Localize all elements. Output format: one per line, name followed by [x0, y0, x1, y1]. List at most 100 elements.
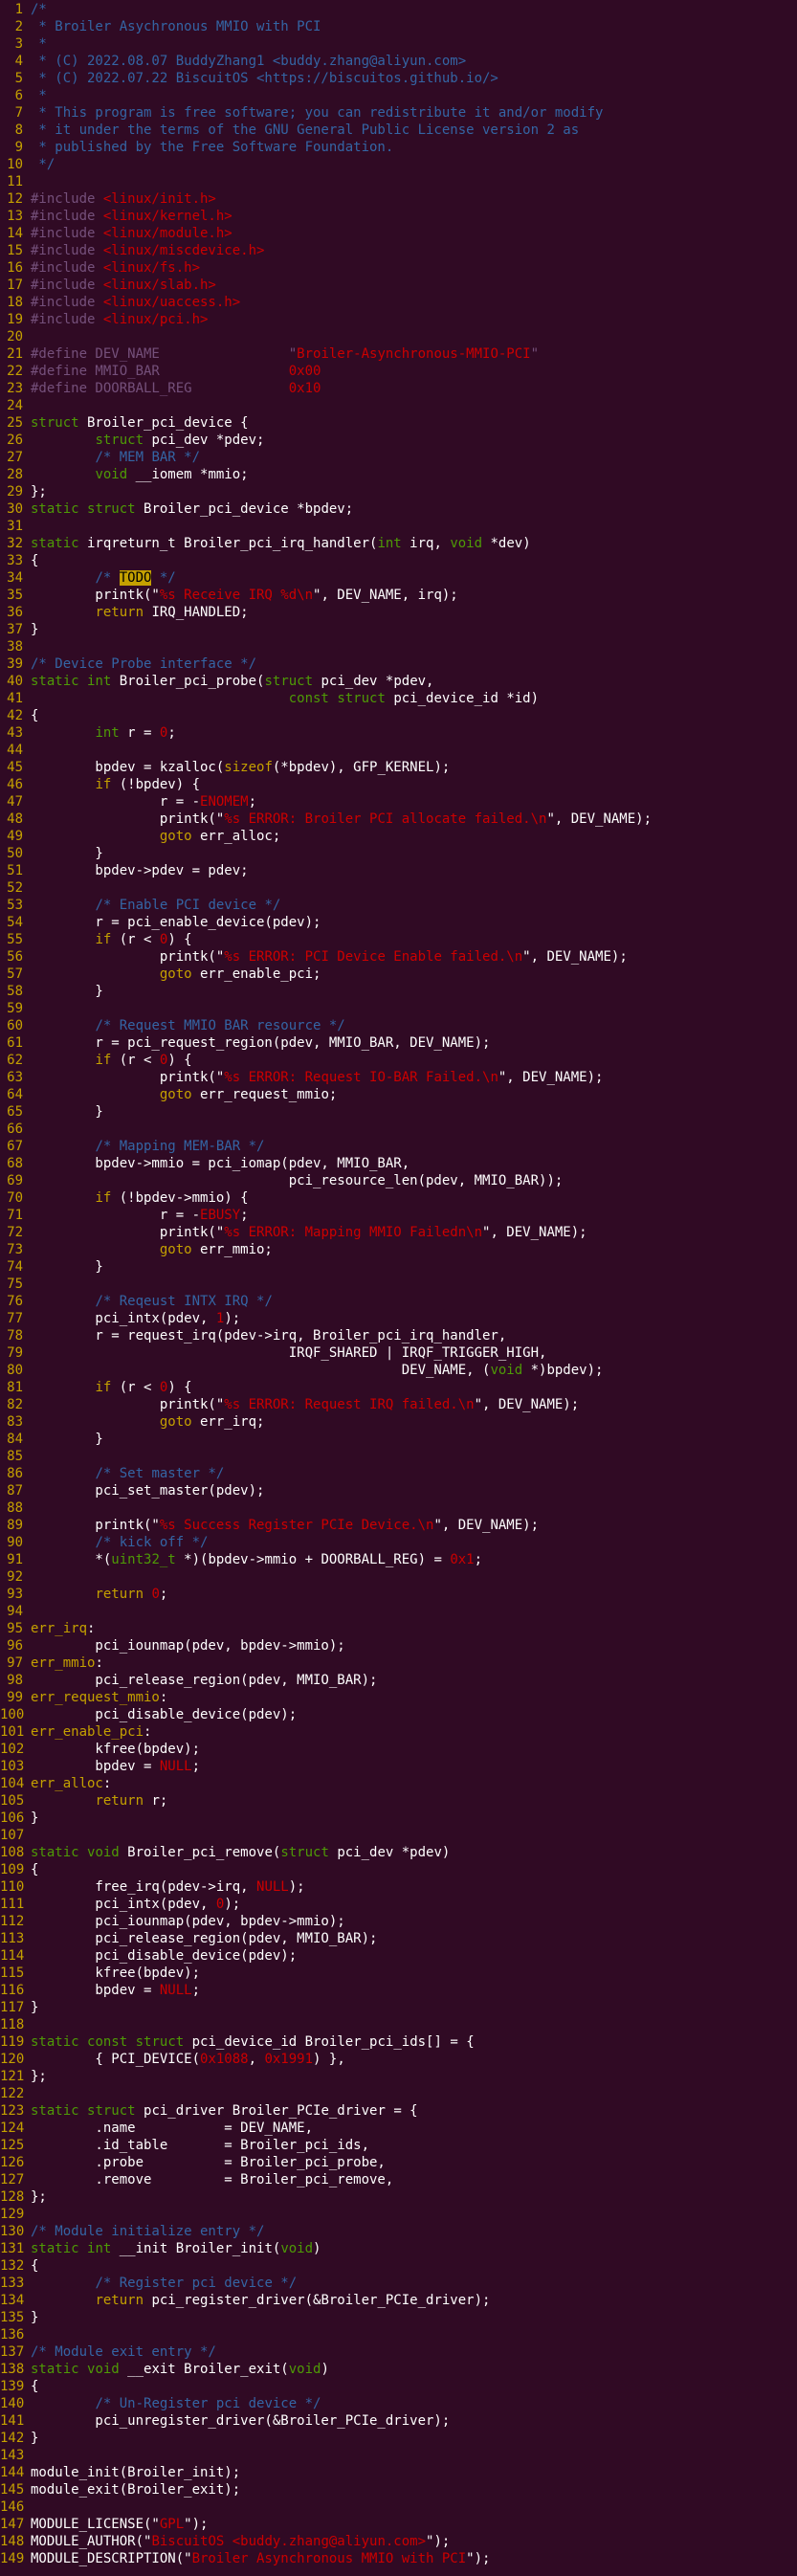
code-line[interactable]: 50 }: [0, 845, 797, 862]
code-line[interactable]: 73 goto err_mmio;: [0, 1241, 797, 1258]
code-line[interactable]: 62 if (r < 0) {: [0, 1052, 797, 1069]
code-line[interactable]: 20: [0, 328, 797, 345]
code-line[interactable]: 88: [0, 1499, 797, 1517]
code-line[interactable]: 104 err_alloc:: [0, 1775, 797, 1792]
code-line[interactable]: 74 }: [0, 1258, 797, 1276]
code-line[interactable]: 77 pci_intx(pdev, 1);: [0, 1310, 797, 1327]
code-line[interactable]: 112 pci_iounmap(pdev, bpdev->mmio);: [0, 1913, 797, 1930]
code-line[interactable]: 36 return IRQ_HANDLED;: [0, 604, 797, 621]
code-line[interactable]: 128};: [0, 2188, 797, 2206]
code-line[interactable]: 6 *: [0, 87, 797, 104]
code-line[interactable]: 91 *(uint32_t *)(bpdev->mmio + DOORBALL_…: [0, 1551, 797, 1568]
code-line[interactable]: 141 pci_unregister_driver(&Broiler_PCIe_…: [0, 2412, 797, 2430]
code-line[interactable]: 113 pci_release_region(pdev, MMIO_BAR);: [0, 1930, 797, 1947]
code-line[interactable]: 120 { PCI_DEVICE(0x1088, 0x1991) },: [0, 2051, 797, 2068]
code-line[interactable]: 100 pci_disable_device(pdev);: [0, 1706, 797, 1723]
code-line[interactable]: 133 /* Register pci device */: [0, 2275, 797, 2292]
code-line[interactable]: 144 module_init(Broiler_init);: [0, 2464, 797, 2481]
code-line[interactable]: 23 #define DOORBALL_REG 0x10: [0, 380, 797, 397]
code-line[interactable]: 38: [0, 638, 797, 655]
code-line[interactable]: 67 /* Mapping MEM-BAR */: [0, 1138, 797, 1155]
code-line[interactable]: 99 err_request_mmio:: [0, 1689, 797, 1706]
code-line[interactable]: 7 * This program is free software; you c…: [0, 104, 797, 122]
code-line[interactable]: 19 #include <linux/pci.h>: [0, 311, 797, 328]
code-line[interactable]: 24: [0, 397, 797, 414]
code-line[interactable]: 131 static int __init Broiler_init(void): [0, 2240, 797, 2257]
code-line[interactable]: 33 {: [0, 552, 797, 569]
code-line[interactable]: 61 r = pci_request_region(pdev, MMIO_BAR…: [0, 1034, 797, 1052]
code-line[interactable]: 34 /* TODO */: [0, 569, 797, 587]
code-line[interactable]: 148 MODULE_AUTHOR("BiscuitOS <buddy.zhang…: [0, 2533, 797, 2550]
code-line[interactable]: 86 /* Set master */: [0, 1465, 797, 1482]
code-line[interactable]: 40 static int Broiler_pci_probe(struct pc…: [0, 673, 797, 690]
code-line[interactable]: 75: [0, 1276, 797, 1293]
code-line[interactable]: 130 /* Module initialize entry */: [0, 2223, 797, 2240]
code-line[interactable]: 27 /* MEM BAR */: [0, 449, 797, 466]
code-line[interactable]: 47 r = -ENOMEM;: [0, 793, 797, 811]
code-line[interactable]: 28 void __iomem *mmio;: [0, 466, 797, 483]
code-line[interactable]: 116 bpdev = NULL;: [0, 1982, 797, 1999]
code-line[interactable]: 10 */: [0, 156, 797, 173]
code-line[interactable]: 101 err_enable_pci:: [0, 1723, 797, 1741]
code-line[interactable]: 5 * (C) 2022.07.22 BiscuitOS <https://bi…: [0, 70, 797, 87]
code-line[interactable]: 146: [0, 2498, 797, 2516]
code-line[interactable]: 15 #include <linux/miscdevice.h>: [0, 242, 797, 259]
code-line[interactable]: 105 return r;: [0, 1792, 797, 1810]
code-line[interactable]: 80 DEV_NAME, (void *)bpdev);: [0, 1362, 797, 1379]
code-line[interactable]: 79 IRQF_SHARED | IRQF_TRIGGER_HIGH,: [0, 1344, 797, 1362]
code-line[interactable]: 136: [0, 2326, 797, 2343]
code-line[interactable]: 59: [0, 1000, 797, 1017]
code-line[interactable]: 114 pci_disable_device(pdev);: [0, 1947, 797, 1965]
code-line[interactable]: 85: [0, 1448, 797, 1465]
code-line[interactable]: 57 goto err_enable_pci;: [0, 966, 797, 983]
code-line[interactable]: 3 *: [0, 35, 797, 53]
code-line[interactable]: 65 }: [0, 1103, 797, 1121]
code-line[interactable]: 39 /* Device Probe interface */: [0, 655, 797, 673]
code-line[interactable]: 48 printk("%s ERROR: Broiler PCI allocat…: [0, 811, 797, 828]
code-line[interactable]: 13 #include <linux/kernel.h>: [0, 208, 797, 225]
code-line[interactable]: 78 r = request_irq(pdev->irq, Broiler_pc…: [0, 1327, 797, 1344]
code-line[interactable]: 51 bpdev->pdev = pdev;: [0, 862, 797, 879]
code-line[interactable]: 115 kfree(bpdev);: [0, 1965, 797, 1982]
code-line[interactable]: 12 #include <linux/init.h>: [0, 190, 797, 208]
code-line[interactable]: 134 return pci_register_driver(&Broiler_…: [0, 2292, 797, 2309]
code-line[interactable]: 124 .name = DEV_NAME,: [0, 2120, 797, 2137]
code-line[interactable]: 81 if (r < 0) {: [0, 1379, 797, 1396]
code-line[interactable]: 121};: [0, 2068, 797, 2085]
code-line[interactable]: 132 {: [0, 2257, 797, 2275]
code-line[interactable]: 16 #include <linux/fs.h>: [0, 259, 797, 277]
code-line[interactable]: 72 printk("%s ERROR: Mapping MMIO Failed…: [0, 1224, 797, 1241]
code-line[interactable]: 26 struct pci_dev *pdev;: [0, 432, 797, 449]
code-line[interactable]: 89 printk("%s Success Register PCIe Devi…: [0, 1517, 797, 1534]
code-line[interactable]: 111 pci_intx(pdev, 0);: [0, 1896, 797, 1913]
code-line[interactable]: 103 bpdev = NULL;: [0, 1758, 797, 1775]
code-line[interactable]: 25 struct Broiler_pci_device {: [0, 414, 797, 432]
code-line[interactable]: 95 err_irq:: [0, 1620, 797, 1637]
code-line[interactable]: 82 printk("%s ERROR: Request IRQ failed.…: [0, 1396, 797, 1413]
code-line[interactable]: 41 const struct pci_device_id *id): [0, 690, 797, 707]
code-line[interactable]: 35 printk("%s Receive IRQ %d\n", DEV_NAM…: [0, 587, 797, 604]
code-line[interactable]: 55 if (r < 0) {: [0, 931, 797, 948]
code-line[interactable]: 138 static void __exit Broiler_exit(void): [0, 2361, 797, 2378]
code-line[interactable]: 17 #include <linux/slab.h>: [0, 277, 797, 294]
code-line[interactable]: 52: [0, 879, 797, 897]
code-line[interactable]: 9 * published by the Free Software Found…: [0, 139, 797, 156]
code-line[interactable]: 4 * (C) 2022.08.07 BuddyZhang1 <buddy.zh…: [0, 53, 797, 70]
code-line[interactable]: 119 static const struct pci_device_id Bro…: [0, 2033, 797, 2051]
code-line[interactable]: 145 module_exit(Broiler_exit);: [0, 2481, 797, 2498]
code-line[interactable]: 123 static struct pci_driver Broiler_PCIe…: [0, 2102, 797, 2120]
code-line[interactable]: 149 MODULE_DESCRIPTION("Broiler Asynchron…: [0, 2550, 797, 2567]
code-line[interactable]: 21 #define DEV_NAME "Broiler-Asynchronous…: [0, 345, 797, 363]
code-line[interactable]: 135}: [0, 2309, 797, 2326]
code-line[interactable]: 106}: [0, 1810, 797, 1827]
code-line[interactable]: 37}: [0, 621, 797, 638]
code-line[interactable]: 58 }: [0, 983, 797, 1000]
code-line[interactable]: 69 pci_resource_len(pdev, MMIO_BAR));: [0, 1172, 797, 1189]
code-line[interactable]: 98 pci_release_region(pdev, MMIO_BAR);: [0, 1672, 797, 1689]
code-editor[interactable]: 1/* 2 * Broiler Asychronous MMIO with PCI…: [0, 0, 797, 2576]
code-line[interactable]: 18 #include <linux/uaccess.h>: [0, 294, 797, 311]
code-line[interactable]: 66: [0, 1121, 797, 1138]
code-line[interactable]: 139 {: [0, 2378, 797, 2395]
code-line[interactable]: 42 {: [0, 707, 797, 724]
code-line[interactable]: 30 static struct Broiler_pci_device *bpde…: [0, 500, 797, 518]
